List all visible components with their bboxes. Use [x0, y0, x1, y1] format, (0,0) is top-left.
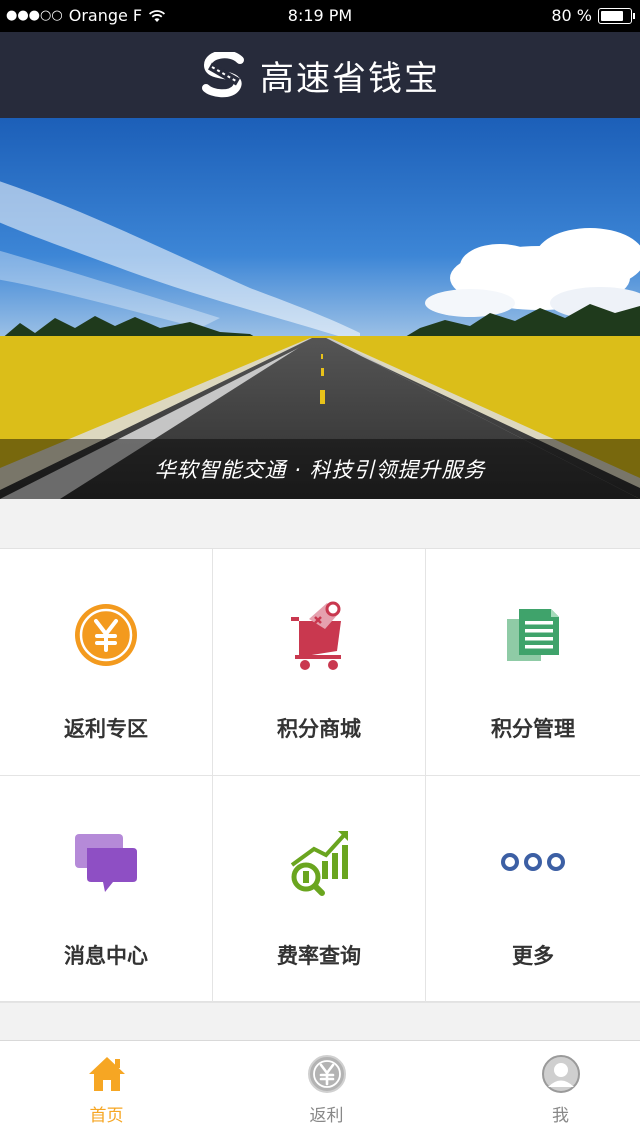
clock: 8:19 PM — [287, 6, 353, 25]
chat-bubbles-icon — [68, 824, 144, 900]
status-bar: ●●●○○ Orange F 8:19 PM 80 % — [0, 0, 640, 32]
more-dots-icon — [495, 824, 571, 900]
battery-indicator: 80 % — [551, 6, 635, 25]
grid-item-points-mall[interactable]: 积分商城 — [213, 549, 426, 776]
shopping-cart-icon — [281, 597, 357, 673]
tab-home[interactable]: 首页 — [0, 1041, 213, 1138]
chart-search-icon — [281, 824, 357, 900]
yuan-coin-icon — [306, 1053, 348, 1095]
app-title: 高速省钱宝 — [260, 58, 440, 99]
grid-item-points-management[interactable]: 积分管理 — [426, 549, 640, 776]
grid-item-label: 消息中心 — [64, 944, 148, 968]
feature-grid: 返利专区 积分商城 积分管理 消息中心 费率查询 更多 — [0, 548, 640, 1003]
grid-item-rate-query[interactable]: 费率查询 — [213, 776, 426, 1003]
grid-item-message-center[interactable]: 消息中心 — [0, 776, 213, 1003]
banner-caption: 华软智能交通 · 科技引领提升服务 — [154, 458, 486, 482]
grid-item-label: 更多 — [512, 944, 554, 968]
yuan-coin-icon — [68, 597, 144, 673]
hero-banner[interactable]: 华软智能交通 · 科技引领提升服务 — [0, 118, 640, 499]
grid-item-label: 积分商城 — [277, 717, 361, 741]
tab-label: 我 — [552, 1106, 569, 1126]
bottom-tab-bar: 首页 返利 我 — [0, 1040, 640, 1138]
app-header: 高速省钱宝 — [0, 32, 640, 118]
grid-item-label: 积分管理 — [491, 717, 575, 741]
home-icon — [86, 1053, 128, 1095]
tab-label: 首页 — [89, 1106, 124, 1126]
battery-percent: 80 % — [551, 6, 592, 25]
battery-icon — [598, 7, 635, 24]
banner-caption-bar: 华软智能交通 · 科技引领提升服务 — [0, 439, 640, 499]
s-road-logo-icon — [202, 52, 244, 98]
documents-icon — [495, 597, 571, 673]
grid-item-more[interactable]: 更多 — [426, 776, 640, 1003]
tab-rebate[interactable]: 返利 — [220, 1041, 433, 1138]
tab-label: 返利 — [309, 1106, 344, 1126]
grid-item-label: 费率查询 — [277, 944, 361, 968]
user-icon — [540, 1053, 582, 1095]
grid-item-label: 返利专区 — [64, 717, 148, 741]
tab-me[interactable]: 我 — [454, 1041, 640, 1138]
grid-item-rebate-zone[interactable]: 返利专区 — [0, 549, 213, 776]
